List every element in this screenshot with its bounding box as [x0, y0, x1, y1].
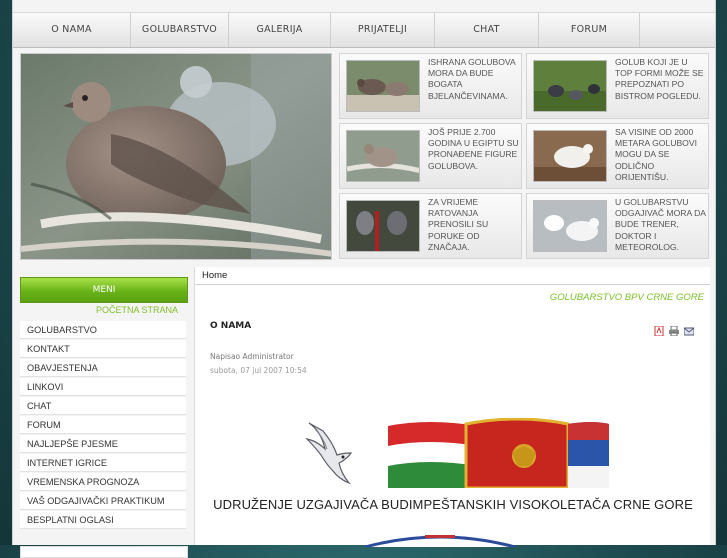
article-title: O NAMA	[210, 321, 252, 331]
tile-text: U GOLUBARSTVU ODGAJIVAČ MORA DA BUDE TRE…	[615, 197, 706, 252]
menu-item-kontakt[interactable]: KONTAKT	[20, 340, 186, 358]
main-content: Home GOLUBARSTVO BPV CRNE GORE O NAMA Na…	[194, 267, 710, 549]
menu-item-praktikum[interactable]: VAŠ ODGAJIVAČKI PRAKTIKUM	[20, 492, 186, 510]
article-tools	[654, 321, 695, 337]
sidebar: MENI POČETNA STRANA GOLUBARSTVO KONTAKT …	[20, 277, 188, 558]
nav-item-galerija[interactable]: GALERIJA	[229, 13, 331, 47]
sidebar-box	[20, 546, 188, 558]
nav-item-chat[interactable]: CHAT	[435, 13, 539, 47]
home-link[interactable]: POČETNA STRANA	[20, 303, 188, 319]
tile-image	[346, 200, 420, 252]
menu-item-linkovi[interactable]: LINKOVI	[20, 378, 186, 396]
tile-text: ZA VRIJEME RATOVANJA PRENOSILI SU PORUKE…	[428, 197, 489, 252]
pdf-icon[interactable]	[654, 321, 664, 337]
tile-text: GOLUB KOJI JE U TOP FORMI MOŽE SE PREPOZ…	[615, 57, 704, 101]
breadcrumb-home[interactable]: Home	[202, 270, 227, 281]
article-author: Napisao Administrator	[210, 352, 294, 361]
menu-item-chat[interactable]: CHAT	[20, 397, 186, 415]
tile-text: SA VISINE OD 2000 METARA GOLUBOVI MOGU D…	[615, 127, 697, 182]
organization-name: UDRUŽENJE UZGAJIVAČA BUDIMPEŠTANSKIH VIS…	[213, 497, 693, 512]
print-icon[interactable]	[669, 321, 679, 337]
email-icon[interactable]	[683, 321, 695, 336]
tile-image	[533, 200, 607, 252]
nav-item-o-nama[interactable]: O NAMA	[13, 13, 131, 47]
tile-text: ISHRANA GOLUBOVA MORA DA BUDE BOGATA BJE…	[428, 57, 516, 101]
info-tile[interactable]: ZA VRIJEME RATOVANJA PRENOSILI SU PORUKE…	[339, 193, 522, 259]
tile-image	[533, 130, 607, 182]
emblem-image	[364, 532, 516, 551]
page: O NAMA GOLUBARSTVO GALERIJA PRIJATELJI C…	[12, 0, 716, 558]
info-tile[interactable]: JOŠ PRIJE 2.700 GODINA U EGIPTU SU PRONA…	[339, 123, 522, 189]
flags-image	[388, 417, 609, 492]
menu-item-igrice[interactable]: INTERNET IGRICE	[20, 454, 186, 472]
tile-image	[533, 60, 607, 112]
menu-item-golubarstvo[interactable]: GOLUBARSTVO	[20, 321, 186, 339]
article-date: subota, 07 jul 2007 10:54	[210, 366, 307, 375]
menu-list: GOLUBARSTVO KONTAKT OBAVJESTENJA LINKOVI…	[20, 321, 188, 529]
menu-item-forum[interactable]: FORUM	[20, 416, 186, 434]
header-image	[20, 53, 332, 260]
menu-item-prognoza[interactable]: VREMENSKA PROGNOZA	[20, 473, 186, 491]
tile-image	[346, 60, 420, 112]
breadcrumb[interactable]: Home	[195, 267, 710, 285]
tile-image	[346, 130, 420, 182]
info-tile[interactable]: SA VISINE OD 2000 METARA GOLUBOVI MOGU D…	[526, 123, 709, 189]
menu-item-obavjestenja[interactable]: OBAVJESTENJA	[20, 359, 186, 377]
nav-item-prijatelji[interactable]: PRIJATELJI	[331, 13, 435, 47]
menu-item-oglasi[interactable]: BESPLATNI OGLASI	[20, 511, 186, 529]
nav-item-golubarstvo[interactable]: GOLUBARSTVO	[131, 13, 229, 47]
nav-item-forum[interactable]: FORUM	[539, 13, 640, 47]
menu-item-pjesme[interactable]: NAJLJEPŠE PJESME	[20, 435, 186, 453]
main-nav: O NAMA GOLUBARSTVO GALERIJA PRIJATELJI C…	[13, 12, 715, 48]
site-title: GOLUBARSTVO BPV CRNE GORE	[549, 292, 704, 303]
info-tile[interactable]: GOLUB KOJI JE U TOP FORMI MOŽE SE PREPOZ…	[526, 53, 709, 119]
dove-image	[303, 419, 355, 489]
tile-text: JOŠ PRIJE 2.700 GODINA U EGIPTU SU PRONA…	[428, 127, 519, 171]
info-tile[interactable]: U GOLUBARSTVU ODGAJIVAČ MORA DA BUDE TRE…	[526, 193, 709, 259]
menu-header: MENI	[20, 277, 188, 303]
info-tile[interactable]: ISHRANA GOLUBOVA MORA DA BUDE BOGATA BJE…	[339, 53, 522, 119]
